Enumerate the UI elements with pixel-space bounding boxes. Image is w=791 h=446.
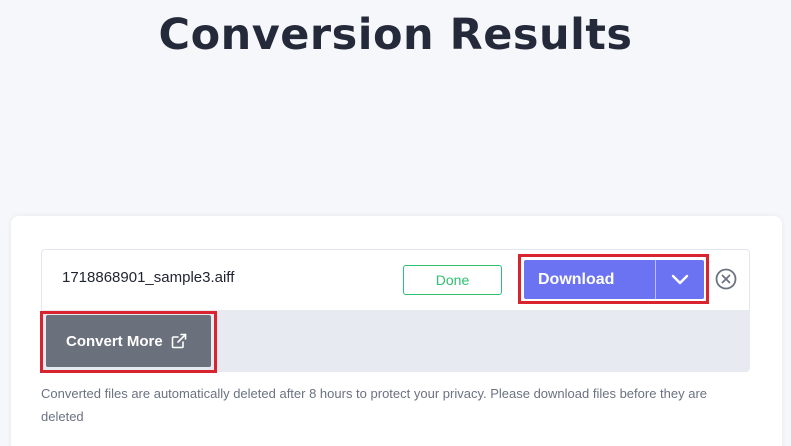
chevron-down-icon [671, 274, 689, 284]
page-title: Conversion Results [158, 10, 633, 60]
convert-more-button[interactable]: Convert More [46, 315, 211, 367]
external-link-icon [171, 333, 186, 349]
download-button-group: Download [524, 260, 704, 299]
download-button[interactable]: Download [524, 260, 655, 299]
download-dropdown-button[interactable] [656, 260, 704, 299]
status-badge: Done [403, 265, 502, 295]
remove-file-button[interactable] [715, 268, 737, 290]
page: Conversion Results 1718868901_sample3.ai… [0, 0, 791, 446]
close-circle-icon [715, 268, 737, 290]
privacy-notice: Converted files are automatically delete… [41, 386, 708, 424]
convert-more-label: Convert More [66, 332, 163, 350]
file-name: 1718868901_sample3.aiff [62, 269, 235, 286]
